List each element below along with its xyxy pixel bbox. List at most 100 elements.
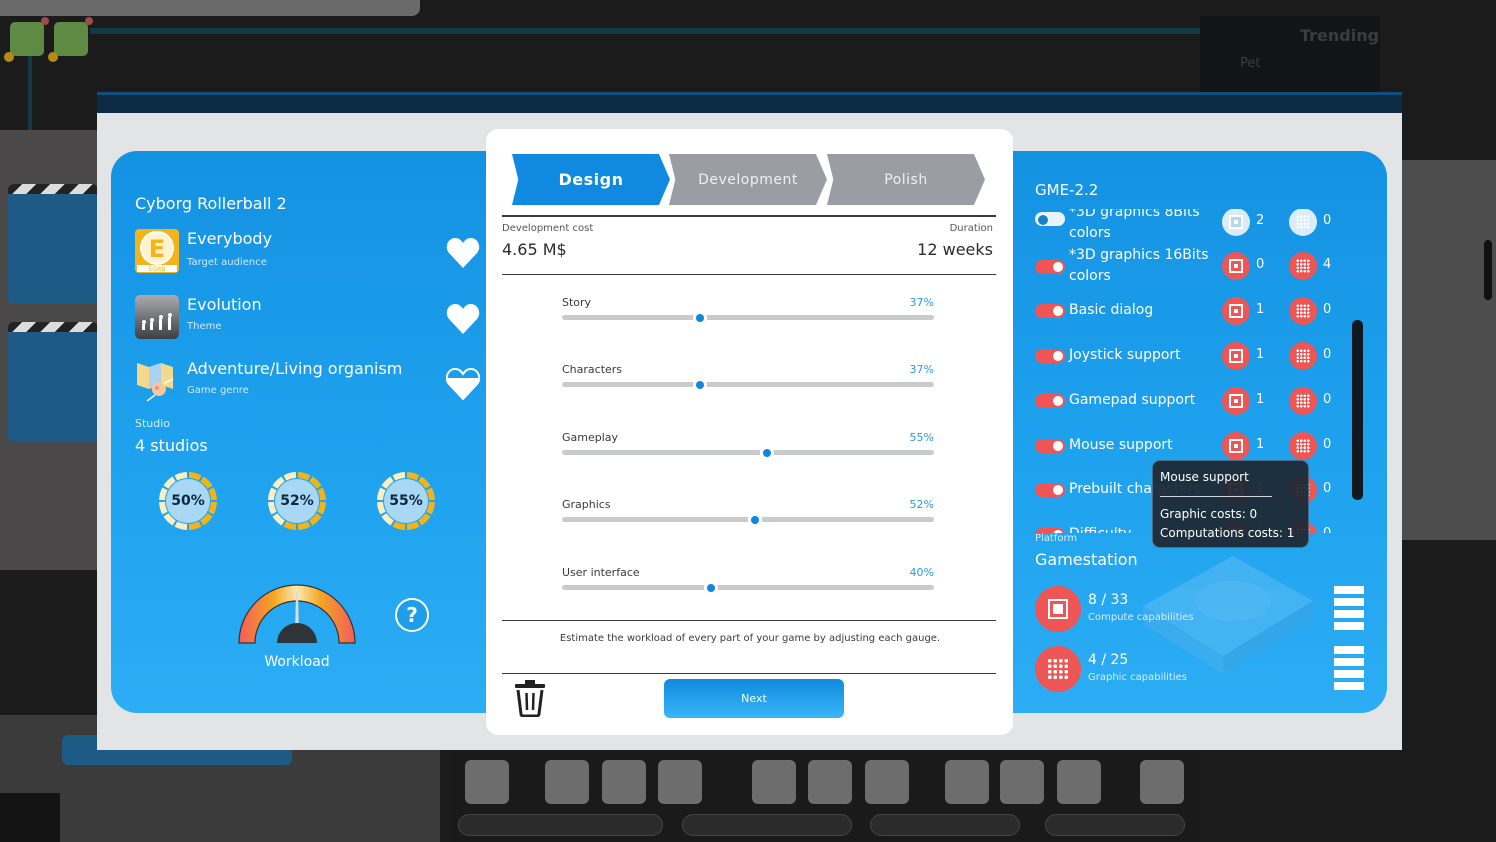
- engine-name: GME-2.2: [1035, 181, 1099, 199]
- gpu-grid-icon: [1289, 387, 1317, 415]
- phase-stepper: Design Development Polish: [512, 154, 987, 206]
- feature-tooltip: Mouse support Graphic costs: 0 Computati…: [1152, 460, 1309, 548]
- feature-toggle[interactable]: [1035, 394, 1065, 408]
- gpu-grid-icon: [1289, 342, 1317, 370]
- feature-row[interactable]: *3D graphics 8Bits colors 2 0: [1035, 209, 1345, 247]
- tooltip-title: Mouse support: [1160, 470, 1249, 484]
- bg-building-tile: [48, 17, 93, 62]
- slider-graphics[interactable]: Graphics 52%: [562, 498, 934, 538]
- feature-toggle[interactable]: [1035, 439, 1065, 453]
- feature-row[interactable]: *3D graphics 16Bits colors 0 4: [1035, 245, 1345, 289]
- quality-ring: 50%: [158, 471, 218, 531]
- divider: [502, 274, 996, 275]
- graphic-usage-bars: [1334, 646, 1364, 694]
- slider-thumb[interactable]: [692, 378, 707, 392]
- cost-label: Development cost: [502, 223, 594, 234]
- tooltip-divider: [1160, 496, 1272, 497]
- slider-thumb[interactable]: [692, 311, 707, 325]
- heart-full-icon: [446, 238, 480, 268]
- slider-story[interactable]: Story 37%: [562, 296, 934, 336]
- slider-thumb[interactable]: [759, 446, 774, 460]
- feature-toggle[interactable]: [1035, 304, 1065, 318]
- cost-value: 4.65 M$: [502, 240, 567, 259]
- egrb-rating-e-icon: E EGRB: [135, 229, 179, 273]
- compute-capability: 8 / 33 Compute capabilities: [1035, 586, 1335, 636]
- slider-characters[interactable]: Characters 37%: [562, 363, 934, 403]
- gpu-grid-icon: [1289, 432, 1317, 460]
- feature-toggle[interactable]: [1035, 349, 1065, 363]
- game-summary-panel: Cyborg Rollerball 2 E EGRB Everybody Tar…: [111, 151, 496, 713]
- attribute-theme[interactable]: Evolution Theme: [135, 295, 480, 345]
- slider-gameplay[interactable]: Gameplay 55%: [562, 431, 934, 471]
- feature-name: Difficulty: [1069, 524, 1131, 533]
- slider-percent: 37%: [909, 296, 934, 309]
- graphic-cost: 0: [1323, 213, 1332, 228]
- divider: [502, 673, 996, 674]
- graphic-cost: 0: [1323, 302, 1332, 317]
- ring-percent: 50%: [171, 493, 205, 509]
- heart-full-icon: [446, 304, 480, 334]
- graphic-cost: 0: [1323, 481, 1332, 496]
- bg-trending-title: Trending: [1300, 26, 1380, 45]
- slider-user-interface[interactable]: User interface 40%: [562, 566, 934, 606]
- platform-label: Platform: [1035, 533, 1078, 544]
- step-label: Development: [698, 171, 798, 188]
- tooltip-graphic-costs: Graphic costs: 0: [1160, 507, 1258, 521]
- attribute-name: Everybody: [187, 229, 273, 248]
- slider-percent: 55%: [909, 431, 934, 444]
- feature-name: Gamepad support: [1069, 392, 1196, 408]
- feature-toggle[interactable]: [1035, 483, 1065, 497]
- svg-text:EGRB: EGRB: [149, 266, 166, 273]
- attribute-genre[interactable]: Adventure/Living organism Game genre: [135, 359, 480, 409]
- duration-label: Duration: [949, 223, 993, 234]
- slider-track[interactable]: [562, 382, 934, 387]
- next-button[interactable]: Next: [664, 679, 844, 718]
- step-development[interactable]: Development: [669, 154, 827, 205]
- quality-ring: 55%: [376, 471, 436, 531]
- duration-value: 12 weeks: [917, 240, 993, 259]
- slider-track[interactable]: [562, 585, 934, 590]
- ring-percent: 52%: [280, 493, 314, 509]
- slider-percent: 52%: [909, 498, 934, 511]
- step-design[interactable]: Design: [512, 154, 670, 205]
- studio-label: Studio: [135, 417, 171, 430]
- evolution-theme-icon: [135, 295, 179, 339]
- feature-toggle[interactable]: [1035, 212, 1065, 226]
- graphic-cost: 0: [1323, 392, 1332, 407]
- help-button[interactable]: ?: [395, 598, 429, 632]
- slider-label: Gameplay: [562, 431, 619, 444]
- feature-name: Basic dialog: [1069, 302, 1154, 318]
- divider: [502, 620, 996, 621]
- slider-percent: 37%: [909, 363, 934, 376]
- gpu-grid-icon: [1289, 297, 1317, 325]
- feature-row[interactable]: Gamepad support 1 0: [1035, 386, 1345, 430]
- svg-text:E: E: [149, 235, 165, 263]
- feature-row[interactable]: Basic dialog 1 0: [1035, 296, 1345, 340]
- feature-name: *3D graphics 8Bits colors: [1069, 209, 1200, 241]
- feature-list-scrollbar[interactable]: [1352, 320, 1363, 500]
- capability-value: 4 / 25: [1088, 652, 1129, 668]
- feature-name: Mouse support: [1069, 437, 1173, 453]
- ring-percent: 55%: [389, 493, 423, 509]
- attribute-target-audience[interactable]: E EGRB Everybody Target audience: [135, 229, 480, 279]
- step-polish[interactable]: Polish: [827, 154, 985, 205]
- workload-gauge-icon: [238, 584, 356, 644]
- feature-toggle[interactable]: [1035, 260, 1065, 274]
- bg-project-card: [8, 184, 98, 304]
- divider: [502, 215, 996, 217]
- compute-cost: 1: [1256, 302, 1265, 317]
- slider-track[interactable]: [562, 315, 934, 320]
- capability-value: 8 / 33: [1088, 592, 1129, 608]
- feature-row[interactable]: Joystick support 1 0: [1035, 341, 1345, 385]
- attribute-subtitle: Theme: [187, 321, 222, 332]
- slider-track[interactable]: [562, 450, 934, 455]
- slider-thumb[interactable]: [748, 513, 763, 527]
- slider-thumb[interactable]: [703, 581, 718, 595]
- instruction-text: Estimate the workload of every part of y…: [559, 633, 941, 644]
- bg-project-card: [8, 322, 98, 442]
- quality-ring: 52%: [267, 471, 327, 531]
- bg-trending-item: Pet: [1240, 56, 1261, 71]
- bg-toolbar: [450, 752, 1195, 842]
- cpu-chip-icon: [1222, 209, 1250, 236]
- trash-icon[interactable]: [514, 679, 546, 717]
